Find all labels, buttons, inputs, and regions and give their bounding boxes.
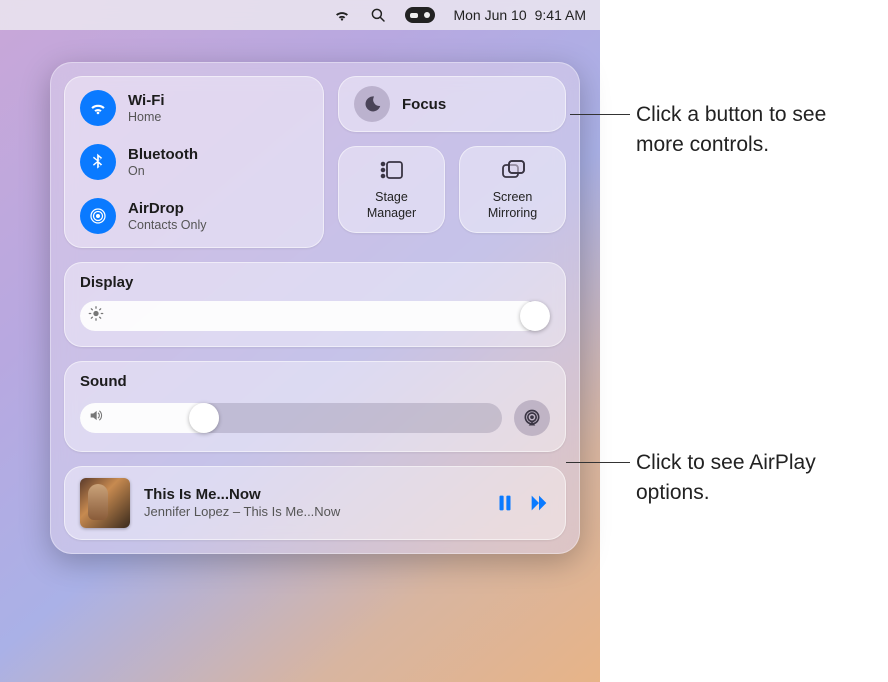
stage-manager-icon bbox=[378, 156, 406, 184]
next-track-button[interactable] bbox=[528, 492, 550, 514]
brightness-slider[interactable] bbox=[80, 301, 550, 331]
screen-mirroring-label: ScreenMirroring bbox=[488, 190, 537, 221]
stage-manager-button[interactable]: StageManager bbox=[338, 146, 445, 233]
sound-card: Sound bbox=[64, 361, 566, 452]
screen-mirroring-button[interactable]: ScreenMirroring bbox=[459, 146, 566, 233]
display-title: Display bbox=[80, 274, 550, 291]
airdrop-icon bbox=[80, 198, 116, 234]
wifi-toggle[interactable]: Wi-Fi Home bbox=[80, 90, 308, 126]
sound-title: Sound bbox=[80, 373, 550, 390]
volume-slider[interactable] bbox=[80, 403, 502, 433]
pause-button[interactable] bbox=[494, 492, 516, 514]
brightness-icon bbox=[88, 306, 104, 327]
screen-mirroring-icon bbox=[499, 156, 527, 184]
wifi-icon bbox=[80, 90, 116, 126]
connectivity-card: Wi-Fi Home Bluetooth On AirDrop bbox=[64, 76, 324, 248]
bluetooth-toggle[interactable]: Bluetooth On bbox=[80, 144, 308, 180]
now-playing-card[interactable]: This Is Me...Now Jennifer Lopez – This I… bbox=[64, 466, 566, 540]
callout-focus: Click a button to see more controls. bbox=[636, 100, 876, 161]
menubar-time[interactable]: 9:41 AM bbox=[535, 7, 586, 23]
display-card: Display bbox=[64, 262, 566, 347]
menu-bar: Mon Jun 10 9:41 AM bbox=[0, 0, 600, 30]
stage-manager-label: StageManager bbox=[367, 190, 416, 221]
moon-icon bbox=[354, 86, 390, 122]
speaker-icon bbox=[88, 408, 104, 429]
bluetooth-icon bbox=[80, 144, 116, 180]
callout-airplay: Click to see AirPlay options. bbox=[636, 448, 836, 509]
spotlight-icon[interactable] bbox=[369, 6, 387, 24]
airplay-icon bbox=[522, 408, 542, 428]
now-playing-subtitle: Jennifer Lopez – This Is Me...Now bbox=[144, 504, 480, 521]
focus-button[interactable]: Focus bbox=[338, 76, 566, 132]
album-artwork bbox=[80, 478, 130, 528]
menubar-date[interactable]: Mon Jun 10 bbox=[453, 7, 526, 23]
wifi-status: Home bbox=[128, 110, 165, 125]
focus-label: Focus bbox=[402, 96, 446, 113]
airplay-audio-button[interactable] bbox=[514, 400, 550, 436]
control-center-panel: Wi-Fi Home Bluetooth On AirDrop bbox=[50, 62, 580, 554]
now-playing-title: This Is Me...Now bbox=[144, 485, 480, 505]
wifi-title: Wi-Fi bbox=[128, 92, 165, 110]
bluetooth-status: On bbox=[128, 164, 198, 179]
airdrop-status: Contacts Only bbox=[128, 218, 207, 233]
wifi-status-icon[interactable] bbox=[333, 6, 351, 24]
control-center-icon[interactable] bbox=[405, 7, 435, 23]
airdrop-toggle[interactable]: AirDrop Contacts Only bbox=[80, 198, 308, 234]
airdrop-title: AirDrop bbox=[128, 200, 207, 218]
bluetooth-title: Bluetooth bbox=[128, 146, 198, 164]
